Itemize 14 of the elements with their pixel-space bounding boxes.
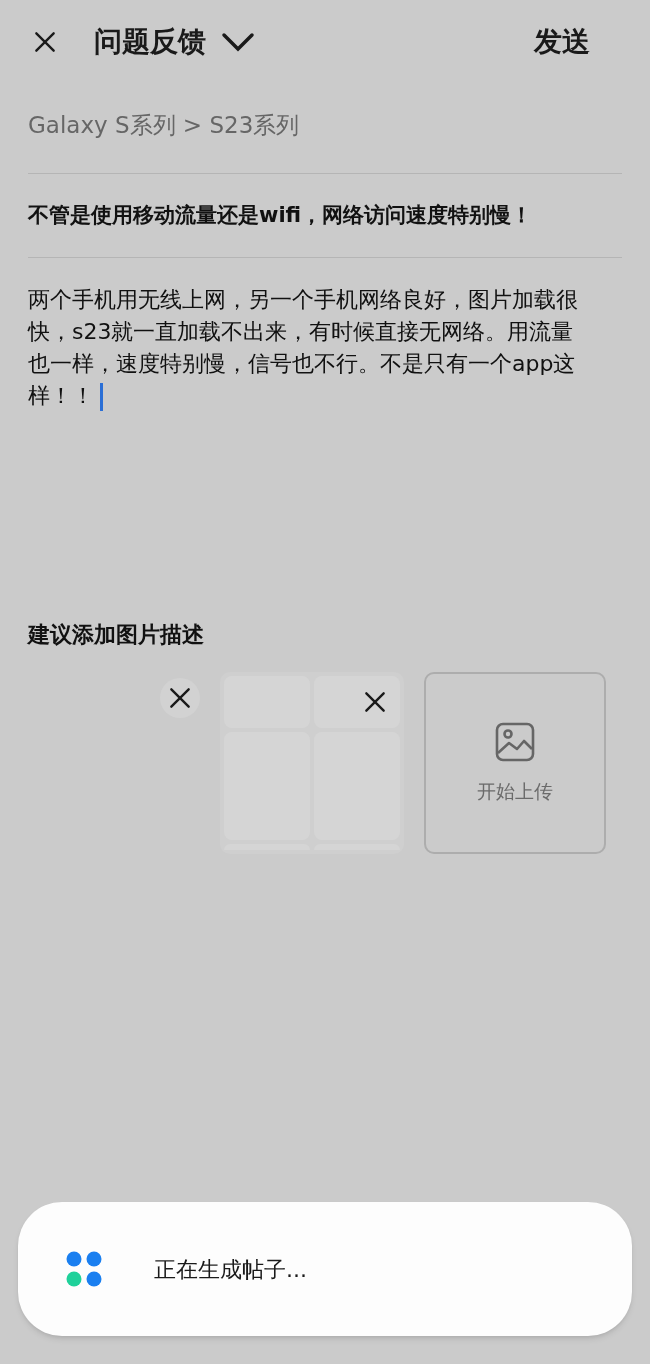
close-button[interactable] bbox=[32, 29, 58, 55]
close-icon bbox=[167, 685, 193, 711]
toast-message: 正在生成帖子... bbox=[154, 1255, 307, 1284]
loading-dots-icon bbox=[66, 1251, 102, 1287]
page-title: 问题反馈 bbox=[94, 24, 206, 60]
send-button[interactable]: 发送 bbox=[534, 21, 590, 63]
section-label: 建议添加图片描述 bbox=[28, 621, 204, 649]
remove-button[interactable] bbox=[362, 689, 388, 715]
image-icon bbox=[494, 720, 536, 763]
chevron-down-icon[interactable] bbox=[220, 30, 256, 54]
body-text[interactable]: 两个手机用无线上网，另一个手机网络良好，图片加载很快，s23就一直加载不出来，有时候直接无网络。用流量也一样，速度特别慢，信号也不行。不是只有一个app这样！！ bbox=[28, 284, 593, 412]
remove-button[interactable] bbox=[160, 678, 200, 718]
subject-text[interactable]: 不管是使用移动流量还是wifi，网络访问速度特别慢！ bbox=[28, 173, 622, 258]
breadcrumb[interactable]: Galaxy S系列 > S23系列 bbox=[28, 108, 622, 174]
